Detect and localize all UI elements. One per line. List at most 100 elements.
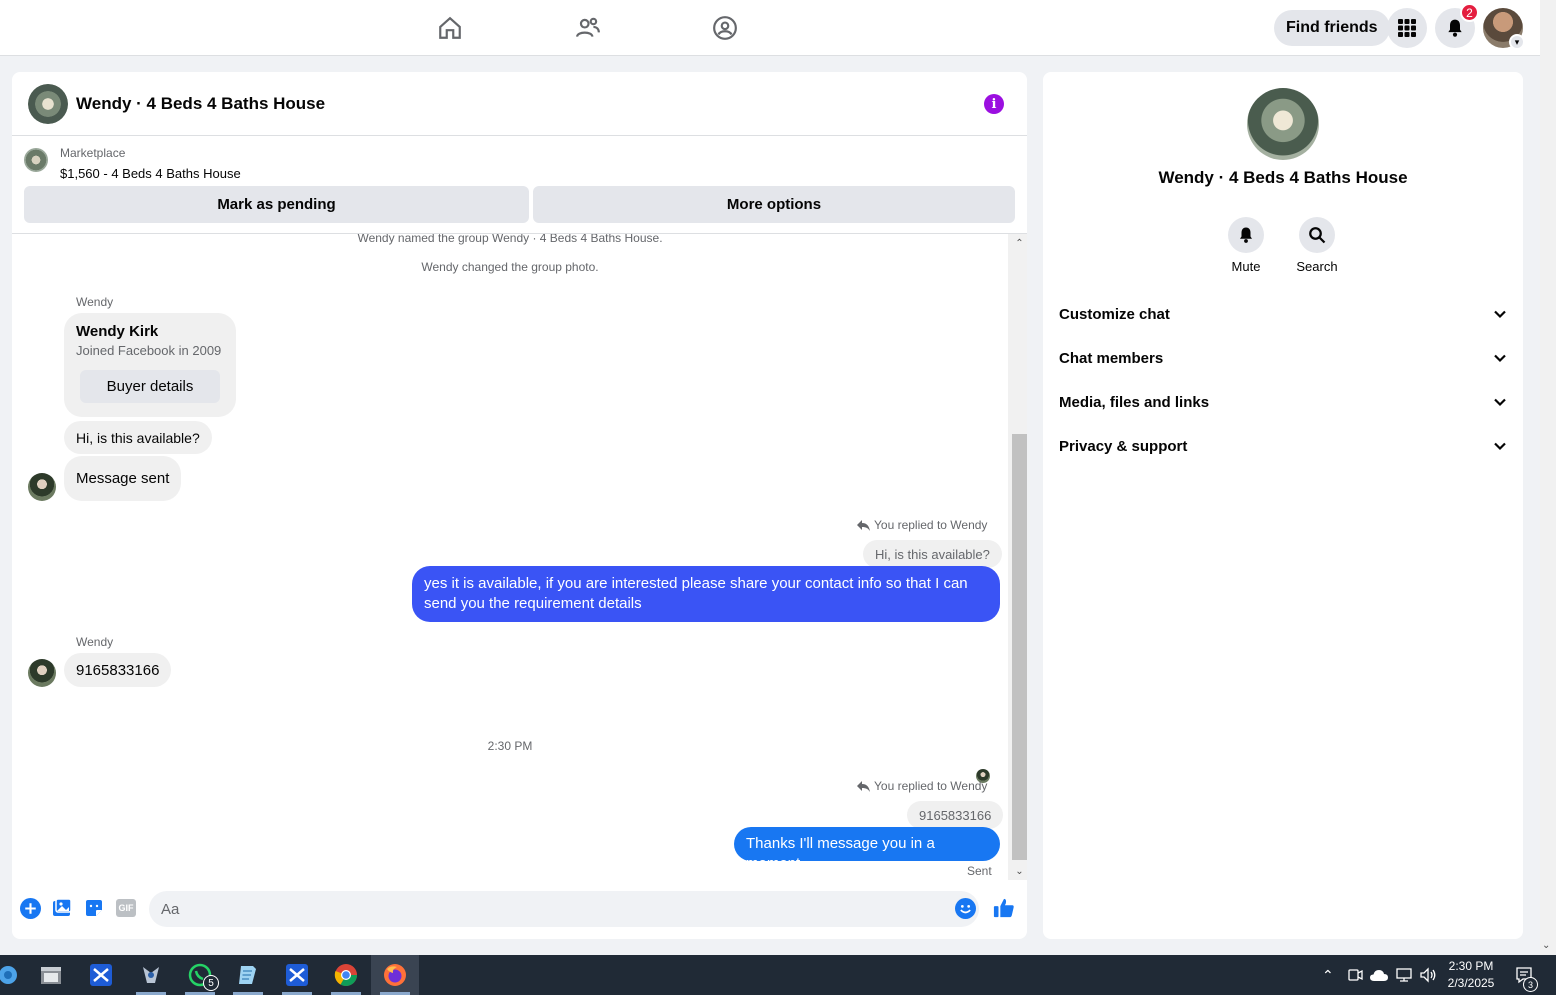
buyer-joined: Joined Facebook in 2009 [76, 343, 222, 358]
top-nav: Find friends 2 ▾ [0, 0, 1540, 56]
reply-icon [857, 519, 870, 531]
mute-button[interactable]: Mute [1211, 217, 1281, 274]
message-status: Sent [967, 864, 992, 878]
find-friends-button[interactable]: Find friends [1274, 10, 1390, 46]
vscode-icon[interactable] [87, 961, 115, 989]
bell-icon [1228, 217, 1264, 253]
message-list: Wendy named the group Wendy · 4 Beds 4 B… [12, 234, 1008, 880]
chevron-down-icon [1494, 310, 1506, 319]
like-icon[interactable] [993, 897, 1015, 919]
search-button[interactable]: Search [1282, 217, 1352, 274]
reply-label: You replied to Wendy [857, 779, 987, 793]
sender-name: Wendy [76, 635, 114, 649]
composer: GIF [12, 880, 1027, 939]
volume-icon[interactable] [1419, 955, 1437, 995]
vscode-icon[interactable] [283, 961, 311, 989]
notepad-icon[interactable] [234, 961, 262, 989]
chat-header: Wendy · 4 Beds 4 Baths House i [12, 72, 1027, 136]
section-label: Chat members [1059, 349, 1164, 367]
chat-title[interactable]: Wendy · 4 Beds 4 Baths House [76, 94, 325, 114]
listing-thumbnail[interactable] [24, 148, 48, 172]
scroll-down-icon[interactable]: ⌄ [1012, 864, 1027, 878]
buyer-details-button[interactable]: Buyer details [80, 370, 220, 403]
chevron-down-icon[interactable]: ▾ [1509, 34, 1525, 50]
system-message: Wendy named the group Wendy · 4 Beds 4 B… [357, 234, 663, 245]
buyer-card: Wendy Kirk Joined Facebook in 2009 Buyer… [64, 313, 236, 417]
home-icon[interactable] [434, 12, 466, 44]
quoted-message[interactable]: Hi, is this available? [863, 540, 1002, 568]
outgoing-message[interactable]: yes it is available, if you are interest… [412, 566, 1000, 622]
chevron-down-icon [1494, 354, 1506, 363]
menu-grid-icon[interactable] [1387, 8, 1427, 48]
chat-panel: Wendy · 4 Beds 4 Baths House i Marketpla… [12, 72, 1027, 939]
clock-date: 2/3/2025 [1447, 976, 1495, 990]
section-media-files-links[interactable]: Media, files and links [1059, 380, 1507, 424]
search-icon [1299, 217, 1335, 253]
friends-icon[interactable] [572, 12, 604, 44]
timestamp: 2:30 PM [487, 739, 533, 753]
onedrive-icon[interactable] [1370, 955, 1388, 995]
reply-label: You replied to Wendy [857, 518, 987, 532]
file-explorer-icon[interactable] [37, 961, 65, 989]
incoming-message[interactable]: Message sent [64, 456, 182, 501]
meet-now-icon[interactable] [1347, 955, 1363, 995]
reply-icon [857, 780, 870, 792]
reply-label-text: You replied to Wendy [874, 779, 988, 793]
chevron-down-icon [1494, 398, 1506, 407]
chevron-down-icon [1494, 442, 1506, 451]
marketplace-label: Marketplace [60, 146, 126, 160]
gif-label: GIF [116, 899, 136, 917]
chrome-icon[interactable] [332, 961, 360, 989]
section-privacy-support[interactable]: Privacy & support [1059, 424, 1507, 468]
mark-as-pending-button[interactable]: Mark as pending [24, 186, 529, 223]
scroll-down-icon[interactable]: ⌄ [1542, 940, 1550, 951]
reply-label-text: You replied to Wendy [874, 518, 988, 532]
network-icon[interactable] [1395, 955, 1413, 995]
outgoing-message[interactable]: Thanks I'll message you in a moment [734, 827, 1000, 872]
app-icon-partial[interactable] [0, 961, 22, 989]
scroll-up-icon[interactable]: ⌃ [1012, 236, 1027, 250]
section-label: Privacy & support [1059, 437, 1188, 455]
emoji-icon[interactable] [954, 897, 976, 919]
search-label: Search [1296, 259, 1338, 274]
clock-time: 2:30 PM [1448, 959, 1494, 973]
more-options-button[interactable]: More options [533, 186, 1015, 223]
app-icon[interactable] [137, 961, 165, 989]
info-icon[interactable]: i [984, 94, 1004, 114]
chat-info-name: Wendy · 4 Beds 4 Baths House [1158, 168, 1408, 187]
marketplace-listing: Marketplace $1,560 - 4 Beds 4 Baths Hous… [12, 136, 1027, 234]
sender-avatar[interactable] [28, 659, 56, 687]
scroll-thumb[interactable] [1012, 434, 1027, 860]
system-message: Wendy changed the group photo. [421, 260, 599, 274]
firefox-icon[interactable] [381, 961, 409, 989]
listing-price-title[interactable]: $1,560 - 4 Beds 4 Baths House [60, 166, 241, 181]
notification-badge: 2 [1460, 3, 1479, 22]
chat-info-panel: Wendy · 4 Beds 4 Baths House Mute Search… [1043, 72, 1523, 939]
chat-avatar[interactable] [28, 84, 68, 124]
section-customize-chat[interactable]: Customize chat [1059, 292, 1507, 336]
plus-icon[interactable] [19, 897, 41, 919]
chat-info-avatar[interactable] [1247, 88, 1319, 160]
tray-chevron-up-icon[interactable]: ⌃ [1322, 955, 1334, 995]
buyer-name: Wendy Kirk [76, 323, 159, 340]
taskbar: 5 ⌃ 2:30 PM 2/3/2025 3 [0, 955, 1556, 995]
sender-avatar[interactable] [28, 473, 56, 501]
sender-name: Wendy [76, 295, 114, 309]
mute-label: Mute [1231, 259, 1261, 274]
sticker-icon[interactable] [83, 897, 105, 919]
window-scrollbar[interactable]: ⌄ [1540, 0, 1556, 955]
incoming-message[interactable]: Hi, is this available? [64, 421, 212, 454]
section-label: Media, files and links [1059, 393, 1210, 411]
taskbar-clock[interactable]: 2:30 PM 2/3/2025 [1440, 958, 1502, 992]
quoted-message[interactable]: 9165833166 [907, 801, 1004, 829]
incoming-message[interactable]: 9165833166 [64, 653, 172, 687]
chat-scrollbar[interactable]: ⌃ ⌄ [1008, 234, 1027, 880]
section-label: Customize chat [1059, 305, 1170, 323]
gif-icon[interactable]: GIF [115, 897, 137, 919]
photo-icon[interactable] [51, 897, 73, 919]
action-center-badge: 3 [1523, 977, 1538, 992]
whatsapp-badge: 5 [203, 975, 219, 991]
message-input[interactable] [149, 891, 979, 927]
section-chat-members[interactable]: Chat members [1059, 336, 1507, 380]
groups-icon[interactable] [709, 12, 741, 44]
